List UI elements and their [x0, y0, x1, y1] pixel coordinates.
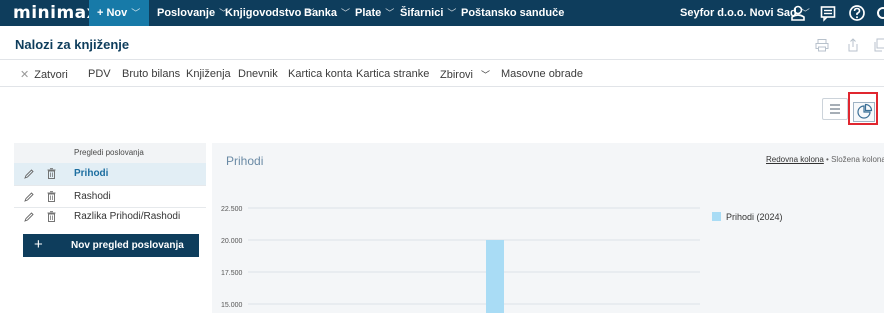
- page-title: Nalozi za knjiženje: [15, 37, 130, 52]
- toolbar-divider: [0, 86, 884, 87]
- close-label: Zatvori: [34, 69, 68, 81]
- delete-icon[interactable]: [47, 168, 56, 179]
- menu-postansko-sanduce[interactable]: Poštansko sanduče: [461, 0, 564, 26]
- overview-item-razlika[interactable]: Razlika Prihodi/Rashodi: [14, 206, 206, 228]
- delete-icon[interactable]: [47, 191, 56, 202]
- settings-icon[interactable]: [874, 4, 884, 22]
- chevron-down-icon: ﹀: [341, 8, 351, 18]
- zbirovi-label: Zbirovi: [440, 69, 474, 81]
- toolbar-masovne-obrade[interactable]: Masovne obrade: [501, 68, 583, 80]
- legend-swatch: [712, 212, 721, 221]
- organization-name: Seyfor d.o.o. Novi Sad: [680, 7, 797, 19]
- menu-label: Knjigovodstvo: [225, 7, 302, 19]
- overviews-header-label: Pregledi poslovanja: [74, 148, 144, 157]
- chevron-down-icon: ﹀: [481, 70, 491, 80]
- toolbar-zbirovi[interactable]: Zbirovi ﹀: [440, 68, 490, 81]
- chart-view-button[interactable]: [848, 92, 878, 125]
- y-tick-label: 15.000: [221, 302, 243, 309]
- overview-item-label: Prihodi: [74, 168, 109, 179]
- new-button[interactable]: + Nov ﹀: [89, 0, 149, 26]
- messages-icon[interactable]: [819, 4, 837, 22]
- bar-chart-plot: 22.500 20.000 17.500 15.000: [221, 206, 700, 313]
- y-tick-label: 22.500: [221, 206, 243, 213]
- menu-sifarnici[interactable]: Šifarnici ﹀: [400, 0, 456, 26]
- chevron-down-icon: ﹀: [385, 8, 395, 18]
- legend-label: Prihodi (2024): [726, 212, 783, 222]
- header-divider: [0, 59, 884, 60]
- menu-knjigovodstvo[interactable]: Knjigovodstvo ﹀: [225, 0, 314, 26]
- help-icon[interactable]: [848, 4, 866, 22]
- delete-icon[interactable]: [47, 211, 56, 222]
- toolbar-kartica-stranke[interactable]: Kartica stranke: [356, 68, 429, 80]
- list-view-button[interactable]: [822, 98, 848, 120]
- add-overview-button[interactable]: + Nov pregled poslovanja: [23, 234, 199, 257]
- toolbar-pdv[interactable]: PDV: [88, 68, 111, 80]
- export-icon[interactable]: [846, 38, 860, 52]
- menu-label: Poštansko sanduče: [461, 7, 565, 19]
- new-button-label: + Nov: [97, 7, 128, 19]
- chart-legend[interactable]: Prihodi (2024): [712, 212, 783, 222]
- menu-banka[interactable]: Banka ﹀: [304, 0, 350, 26]
- print-icon[interactable]: [815, 38, 829, 52]
- chart-mode-stacked[interactable]: Složena kolona: [831, 155, 884, 164]
- copy-icon[interactable]: [873, 38, 884, 52]
- toolbar-bruto-bilans[interactable]: Bruto bilans: [122, 68, 180, 80]
- close-icon: ✕: [20, 69, 30, 81]
- overview-item-label: Rashodi: [74, 191, 111, 202]
- chart-mode-switch: Redovna kolona • Složena kolona: [766, 155, 884, 164]
- menu-poslovanje[interactable]: Poslovanje ﹀: [157, 0, 228, 26]
- chevron-down-icon: ﹀: [447, 8, 457, 18]
- menu-plate[interactable]: Plate ﹀: [355, 0, 394, 26]
- pie-chart-icon: [857, 103, 873, 119]
- overview-item-prihodi[interactable]: Prihodi: [14, 163, 206, 185]
- chart-view-button-face: [853, 102, 875, 122]
- toolbar-knjizenja[interactable]: Knjiženja: [186, 68, 231, 80]
- bar-prihodi-2024[interactable]: [486, 240, 504, 313]
- chart-mode-regular[interactable]: Redovna kolona: [766, 155, 824, 164]
- plus-icon: +: [34, 236, 43, 253]
- chevron-down-icon: ﹀: [131, 8, 141, 18]
- menu-label: Banka: [304, 7, 338, 19]
- top-navigation-bar: minimax + Nov ﹀ Poslovanje ﹀ Knjigovodstvo…: [0, 0, 884, 26]
- chart-mode-separator: •: [823, 155, 832, 164]
- app-logo[interactable]: minimax: [13, 3, 98, 23]
- overview-item-rashodi[interactable]: Rashodi: [14, 186, 206, 208]
- edit-icon[interactable]: [24, 212, 34, 222]
- chart-title: Prihodi: [226, 154, 264, 168]
- overview-item-label: Razlika Prihodi/Rashodi: [74, 211, 181, 222]
- toolbar-dnevnik[interactable]: Dnevnik: [238, 68, 278, 80]
- y-tick-label: 17.500: [221, 270, 243, 277]
- y-tick-label: 20.000: [221, 238, 243, 245]
- add-overview-label: Nov pregled poslovanja: [71, 240, 184, 251]
- edit-icon[interactable]: [24, 169, 34, 179]
- close-button[interactable]: ✕ Zatvori: [20, 68, 68, 81]
- edit-icon[interactable]: [24, 192, 34, 202]
- toolbar-kartica-konta[interactable]: Kartica konta: [288, 68, 352, 80]
- user-icon[interactable]: [789, 4, 807, 22]
- menu-label: Plate: [355, 7, 382, 19]
- menu-label: Poslovanje: [157, 7, 216, 19]
- list-icon: [830, 104, 840, 114]
- menu-label: Šifarnici: [400, 7, 444, 19]
- overviews-header: Pregledi poslovanja: [14, 143, 206, 163]
